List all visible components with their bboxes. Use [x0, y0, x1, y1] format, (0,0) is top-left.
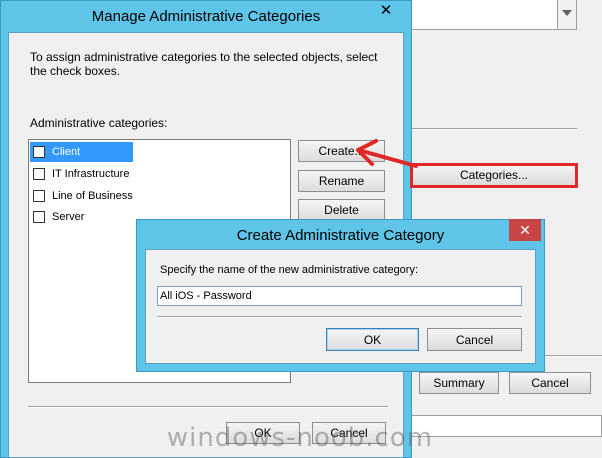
scroll-down-arrow-icon — [562, 10, 572, 16]
create-ok-button[interactable]: OK — [326, 328, 419, 351]
create-prompt-text: Specify the name of the new administrati… — [160, 264, 419, 276]
checkbox[interactable] — [33, 146, 45, 158]
list-item-server[interactable]: Server — [30, 207, 133, 227]
background-cancel-button[interactable]: Cancel — [509, 372, 591, 394]
checkbox[interactable] — [33, 168, 45, 180]
category-name-input[interactable] — [157, 286, 522, 306]
list-item-it-infrastructure[interactable]: IT Infrastructure — [30, 164, 133, 184]
close-icon[interactable]: ✕ — [372, 0, 400, 20]
background-separator — [405, 128, 577, 130]
delete-button[interactable]: Delete — [298, 199, 385, 221]
checkbox[interactable] — [33, 211, 45, 223]
list-item-label: Server — [52, 211, 85, 223]
watermark-text: windows-noob.com — [166, 423, 434, 453]
background-scrollbar[interactable] — [557, 0, 577, 30]
list-item-client[interactable]: Client — [30, 142, 133, 162]
checkbox[interactable] — [33, 190, 45, 202]
dialog-separator — [28, 406, 388, 408]
list-item-label: Client — [52, 146, 81, 158]
list-item-line-of-business[interactable]: Line of Business — [30, 186, 133, 206]
highlight-box — [410, 163, 578, 188]
list-item-label: IT Infrastructure — [52, 168, 130, 180]
categories-list-label: Administrative categories: — [30, 116, 168, 130]
background-list-box[interactable] — [405, 0, 577, 30]
create-cancel-button[interactable]: Cancel — [427, 328, 522, 351]
close-icon[interactable]: ✕ — [509, 219, 541, 241]
create-dialog-separator — [157, 316, 522, 318]
list-item-label: Line of Business — [52, 190, 133, 202]
summary-button[interactable]: Summary — [419, 372, 499, 394]
annotation-arrow-icon — [356, 139, 418, 168]
instructions-text: To assign administrative categories to t… — [30, 50, 378, 78]
dialog-title: Manage Administrative Categories — [91, 7, 321, 25]
create-dialog-title: Create Administrative Category — [236, 226, 445, 244]
